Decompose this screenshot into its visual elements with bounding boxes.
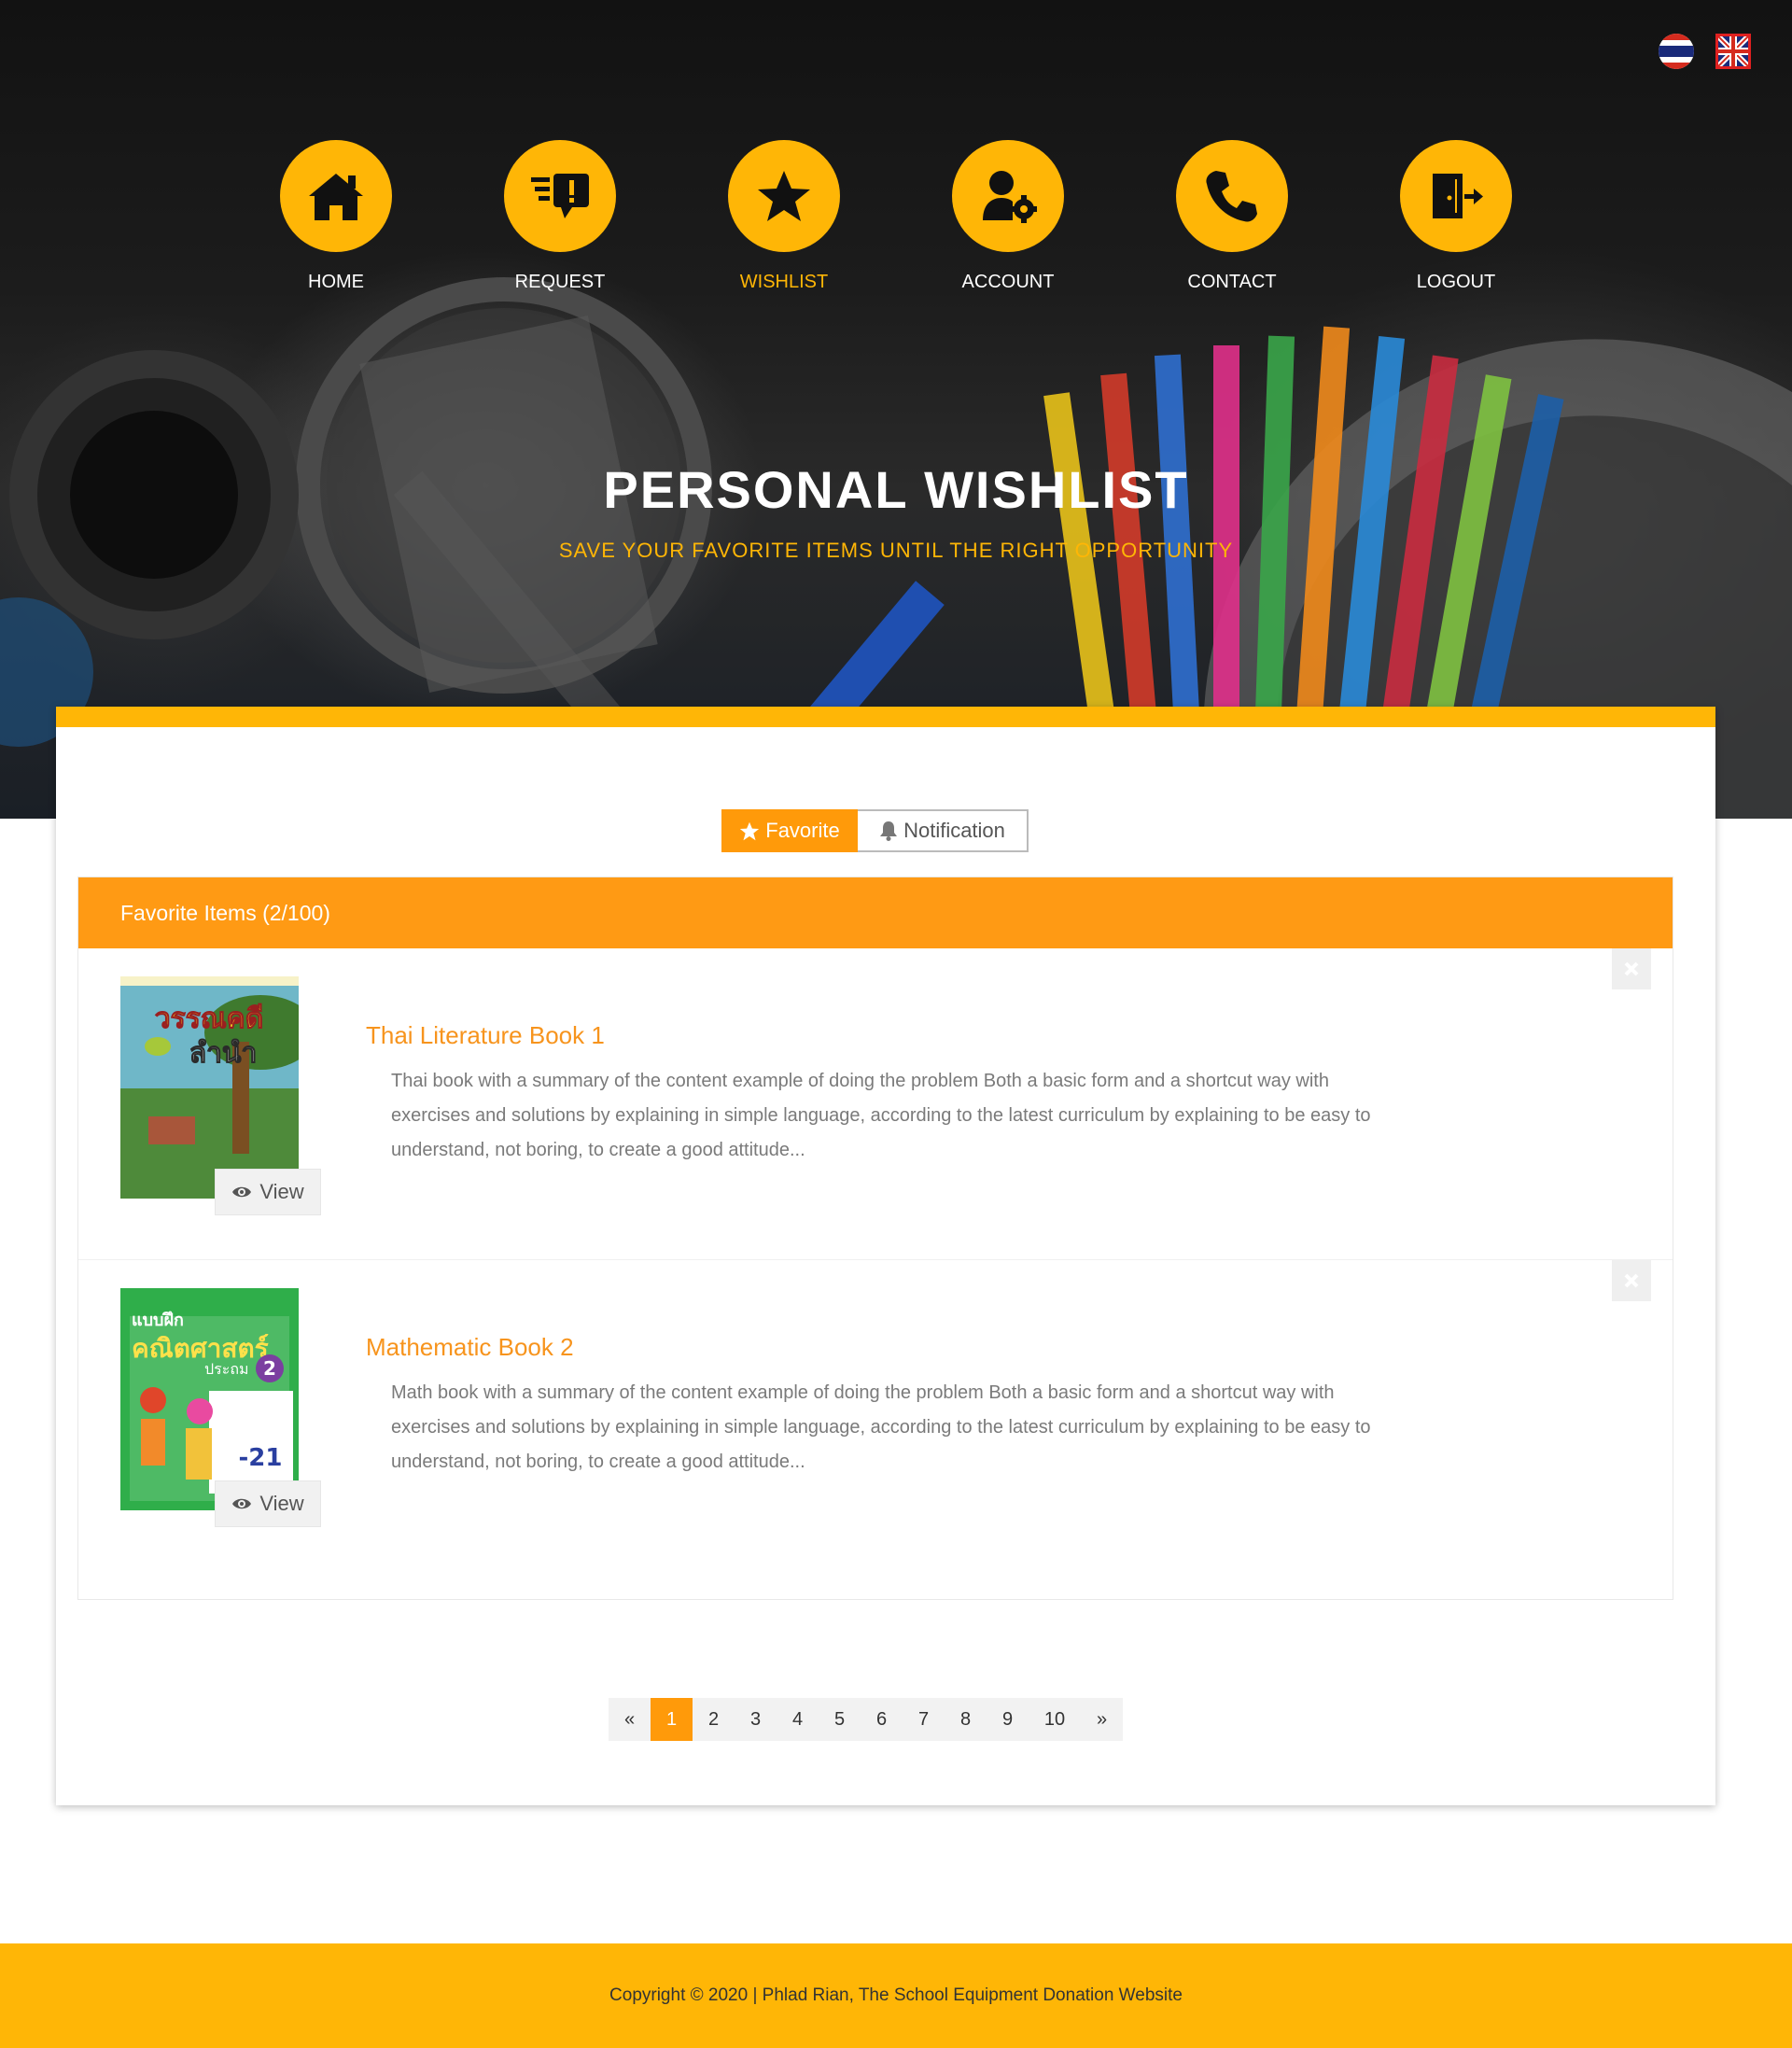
wishlist-card: Favorite Notification Favorite Items (2/… [56,707,1715,1805]
view-button[interactable]: View [215,1480,321,1527]
request-icon [504,140,616,252]
phone-icon [1176,140,1288,252]
pagination-page[interactable]: 2 [693,1698,735,1741]
close-icon [1624,961,1639,976]
svg-text:ลำนำ: ลำนำ [189,1037,258,1070]
item-title[interactable]: Mathematic Book 2 [366,1333,574,1362]
footer: Copyright © 2020 | Phlad Rian, The Schoo… [0,1943,1792,2048]
pagination: « 1 2 3 4 5 6 7 8 9 10 » [609,1698,1123,1741]
remove-item-button[interactable] [1612,948,1651,989]
item-description: Math book with a summary of the content … [391,1382,1371,1472]
book-cover-image[interactable]: แบบฝึก คณิตศาสตร์ ประถม 2 -21 [120,1288,299,1510]
footer-copyright: Copyright © 2020 | Phlad Rian, The Schoo… [609,1985,1183,2005]
pagination-next[interactable]: » [1081,1698,1123,1741]
school-supplies-background [0,277,1792,819]
star-icon [740,821,760,840]
nav-account[interactable]: ACCOUNT [933,140,1083,293]
list-item: วรรณคดี ลำนำ View Thai Literature Book 1… [78,948,1673,1260]
view-button-label: View [259,1180,304,1203]
tab-notification-label: Notification [903,819,1005,842]
pagination-page[interactable]: 9 [987,1698,1029,1741]
svg-text:แบบฝึก: แบบฝึก [132,1311,184,1330]
pagination-page[interactable]: 10 [1029,1698,1081,1741]
user-gear-icon [952,140,1064,252]
eye-icon [232,1186,252,1198]
svg-text:วรรณคดี: วรรณคดี [155,1003,263,1035]
nav-label-request: REQUEST [514,272,606,292]
panel-header: Favorite Items (2/100) [78,877,1673,948]
tab-notification[interactable]: Notification [858,809,1029,852]
page-title: PERSONAL WISHLIST [603,460,1189,519]
nav-request[interactable]: REQUEST [485,140,635,293]
nav-contact[interactable]: CONTACT [1157,140,1307,293]
view-button-label: View [259,1492,304,1515]
pagination-page[interactable]: 1 [651,1698,693,1741]
hero-banner: HOME REQUEST WISHLIST ACCOUNT CONTACT LO… [0,0,1792,819]
main-navigation: HOME REQUEST WISHLIST ACCOUNT CONTACT LO… [0,140,1792,299]
nav-label-wishlist: WISHLIST [739,272,829,292]
tab-favorite-label: Favorite [765,819,840,842]
pagination-page[interactable]: 6 [861,1698,903,1741]
close-icon [1624,1273,1639,1288]
uk-flag-icon[interactable] [1715,34,1751,69]
view-button[interactable]: View [215,1169,321,1215]
svg-text:2: 2 [263,1357,276,1380]
nav-wishlist[interactable]: WISHLIST [709,140,859,293]
svg-text:ประถม: ประถม [204,1360,249,1378]
page-subtitle: SAVE YOUR FAVORITE ITEMS UNTIL THE RIGHT… [558,539,1234,562]
remove-item-button[interactable] [1612,1260,1651,1301]
pagination-page[interactable]: 3 [735,1698,777,1741]
thai-flag-icon[interactable] [1659,34,1694,69]
svg-text:-21: -21 [239,1444,283,1472]
pagination-page[interactable]: 4 [777,1698,819,1741]
nav-logout[interactable]: LOGOUT [1381,140,1531,293]
home-icon [280,140,392,252]
nav-home[interactable]: HOME [261,140,411,293]
star-icon [728,140,840,252]
pagination-prev[interactable]: « [609,1698,651,1741]
pagination-page[interactable]: 8 [945,1698,987,1741]
favorite-items-panel: Favorite Items (2/100) วรรณคดี ลำนำ View [77,877,1673,1600]
pagination-page[interactable]: 7 [903,1698,945,1741]
nav-label-contact: CONTACT [1187,272,1277,292]
nav-label-account: ACCOUNT [961,272,1055,292]
eye-icon [232,1498,252,1509]
item-title[interactable]: Thai Literature Book 1 [366,1021,605,1050]
book-cover-image[interactable]: วรรณคดี ลำนำ [120,976,299,1199]
nav-label-home: HOME [308,272,364,292]
list-item: แบบฝึก คณิตศาสตร์ ประถม 2 -21 View Mathe… [78,1260,1673,1572]
logout-door-icon [1400,140,1512,252]
wishlist-tabs: Favorite Notification [721,809,1029,852]
nav-label-logout: LOGOUT [1416,272,1496,292]
pagination-page[interactable]: 5 [819,1698,861,1741]
item-description: Thai book with a summary of the content … [391,1071,1371,1160]
tab-favorite[interactable]: Favorite [721,809,858,852]
bell-icon [880,821,898,841]
